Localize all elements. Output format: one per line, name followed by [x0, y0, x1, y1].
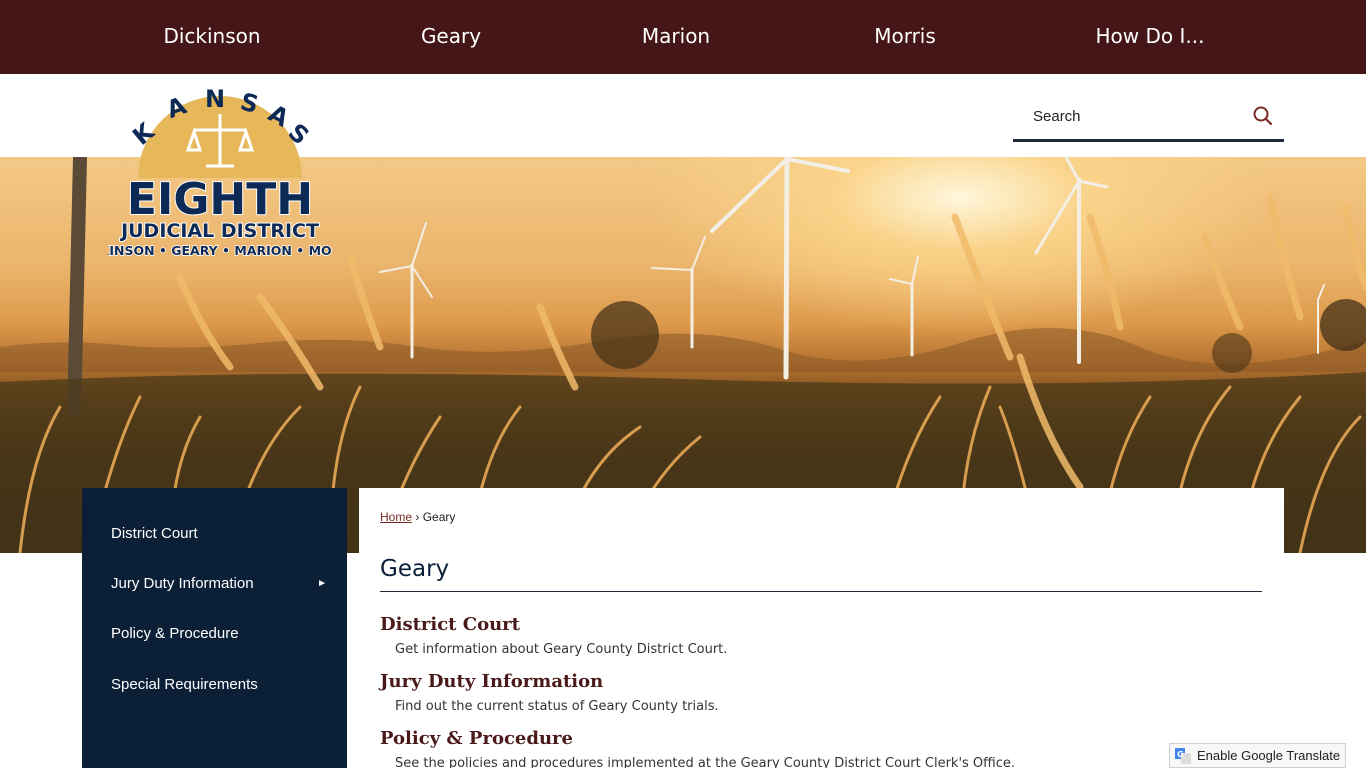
logo-judicial-district: JUDICIAL DISTRICT: [119, 220, 319, 242]
sidebar-item-label: District Court: [111, 525, 198, 542]
submenu-arrow-icon[interactable]: ►: [317, 559, 327, 609]
district-logo[interactable]: K A N S A S EIGHTH JUDICIAL DISTRICT DIC…: [75, 85, 366, 264]
breadcrumb: Home › Geary: [380, 510, 455, 524]
side-navigation: District Court Jury Duty Information ► P…: [82, 488, 347, 768]
sidebar-item-jury-duty[interactable]: Jury Duty Information ►: [82, 559, 347, 609]
page-title: Geary: [380, 556, 450, 582]
nav-item-geary[interactable]: Geary: [421, 0, 481, 74]
sidebar-item-policy-procedure[interactable]: Policy & Procedure: [82, 609, 347, 659]
sidebar-item-label: Policy & Procedure: [111, 625, 239, 642]
translate-label: Enable Google Translate: [1197, 748, 1341, 763]
search-input[interactable]: [1013, 94, 1243, 138]
entry-title-jury-duty[interactable]: Jury Duty Information: [380, 671, 603, 692]
nav-item-dickinson[interactable]: Dickinson: [163, 0, 260, 74]
sidebar-item-label: Jury Duty Information: [111, 575, 254, 592]
top-navigation: Dickinson Geary Marion Morris How Do I..…: [0, 0, 1366, 74]
nav-item-marion[interactable]: Marion: [642, 0, 710, 74]
search-box: [1013, 94, 1284, 142]
google-translate-icon: G: [1175, 748, 1191, 764]
logo-kansas-n: N: [205, 86, 225, 113]
main-content: Home › Geary Geary District Court Get in…: [359, 488, 1284, 768]
sidebar-item-special-requirements[interactable]: Special Requirements: [82, 660, 347, 710]
google-translate-button[interactable]: G Enable Google Translate: [1169, 743, 1346, 768]
entry-title-policy-procedure[interactable]: Policy & Procedure: [380, 728, 573, 749]
search-icon[interactable]: [1251, 104, 1275, 128]
nav-item-how-do-i[interactable]: How Do I...: [1096, 0, 1205, 74]
logo-counties: DICKINSON • GEARY • MARION • MORRIS: [108, 243, 332, 258]
sidebar-item-district-court[interactable]: District Court: [82, 509, 347, 559]
title-divider: [380, 591, 1262, 592]
entry-description: See the policies and procedures implemen…: [395, 756, 1016, 768]
entry-description: Find out the current status of Geary Cou…: [395, 699, 719, 714]
entry-description: Get information about Geary County Distr…: [395, 642, 728, 657]
logo-eighth: EIGHTH: [127, 174, 313, 225]
sidebar-item-label: Special Requirements: [111, 676, 258, 693]
logo-graphic: K A N S A S EIGHTH JUDICIAL DISTRICT DIC…: [75, 85, 366, 259]
breadcrumb-separator: ›: [415, 510, 420, 524]
breadcrumb-home-link[interactable]: Home: [380, 510, 412, 524]
breadcrumb-current: Geary: [422, 510, 456, 524]
entry-title-district-court[interactable]: District Court: [380, 614, 520, 635]
nav-item-morris[interactable]: Morris: [874, 0, 936, 74]
svg-text:G: G: [1177, 750, 1184, 759]
